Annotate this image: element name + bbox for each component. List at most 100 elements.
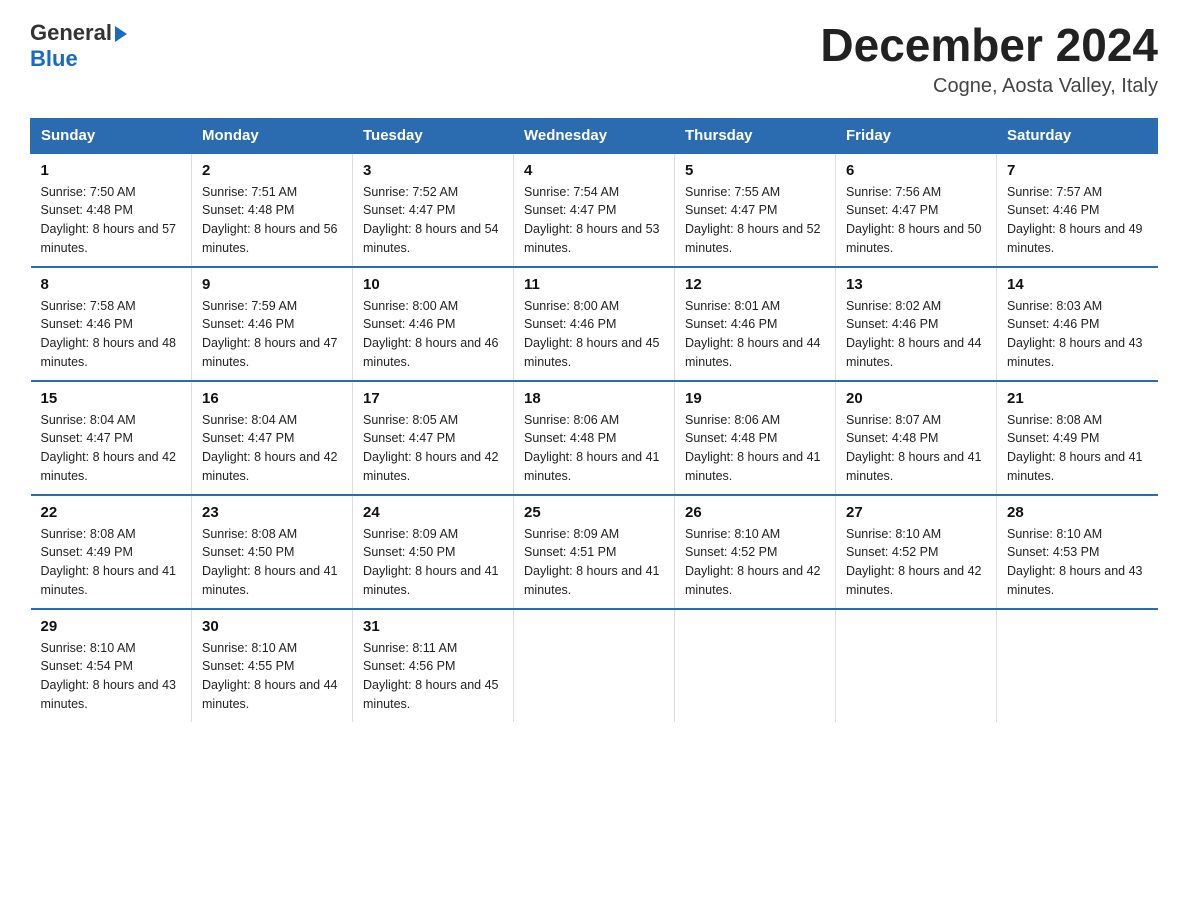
- table-row: 20 Sunrise: 8:07 AMSunset: 4:48 PMDaylig…: [836, 381, 997, 495]
- calendar-table: Sunday Monday Tuesday Wednesday Thursday…: [30, 118, 1158, 722]
- logo: General Blue: [30, 20, 127, 72]
- day-number: 15: [41, 390, 182, 407]
- logo-arrow-icon: [115, 26, 127, 42]
- calendar-week-row: 15 Sunrise: 8:04 AMSunset: 4:47 PMDaylig…: [31, 381, 1158, 495]
- table-row: 2 Sunrise: 7:51 AMSunset: 4:48 PMDayligh…: [192, 153, 353, 267]
- day-info: Sunrise: 8:10 AMSunset: 4:52 PMDaylight:…: [846, 525, 986, 600]
- day-number: 13: [846, 276, 986, 293]
- table-row: 18 Sunrise: 8:06 AMSunset: 4:48 PMDaylig…: [514, 381, 675, 495]
- day-number: 30: [202, 618, 342, 635]
- day-number: 26: [685, 504, 825, 521]
- day-number: 1: [41, 162, 182, 179]
- day-info: Sunrise: 8:00 AMSunset: 4:46 PMDaylight:…: [524, 297, 664, 372]
- day-info: Sunrise: 8:08 AMSunset: 4:49 PMDaylight:…: [1007, 411, 1148, 486]
- day-number: 17: [363, 390, 503, 407]
- table-row: 23 Sunrise: 8:08 AMSunset: 4:50 PMDaylig…: [192, 495, 353, 609]
- day-info: Sunrise: 8:04 AMSunset: 4:47 PMDaylight:…: [41, 411, 182, 486]
- table-row: 16 Sunrise: 8:04 AMSunset: 4:47 PMDaylig…: [192, 381, 353, 495]
- table-row: 27 Sunrise: 8:10 AMSunset: 4:52 PMDaylig…: [836, 495, 997, 609]
- day-info: Sunrise: 7:56 AMSunset: 4:47 PMDaylight:…: [846, 183, 986, 258]
- page-header: General Blue December 2024 Cogne, Aosta …: [30, 20, 1158, 98]
- day-info: Sunrise: 8:06 AMSunset: 4:48 PMDaylight:…: [685, 411, 825, 486]
- table-row: 21 Sunrise: 8:08 AMSunset: 4:49 PMDaylig…: [997, 381, 1158, 495]
- table-row: 12 Sunrise: 8:01 AMSunset: 4:46 PMDaylig…: [675, 267, 836, 381]
- header-sunday: Sunday: [31, 118, 192, 153]
- day-info: Sunrise: 8:08 AMSunset: 4:50 PMDaylight:…: [202, 525, 342, 600]
- day-info: Sunrise: 7:50 AMSunset: 4:48 PMDaylight:…: [41, 183, 182, 258]
- table-row: [514, 609, 675, 722]
- day-info: Sunrise: 7:58 AMSunset: 4:46 PMDaylight:…: [41, 297, 182, 372]
- day-info: Sunrise: 8:06 AMSunset: 4:48 PMDaylight:…: [524, 411, 664, 486]
- day-info: Sunrise: 8:10 AMSunset: 4:52 PMDaylight:…: [685, 525, 825, 600]
- day-number: 23: [202, 504, 342, 521]
- day-number: 24: [363, 504, 503, 521]
- table-row: 4 Sunrise: 7:54 AMSunset: 4:47 PMDayligh…: [514, 153, 675, 267]
- day-number: 25: [524, 504, 664, 521]
- day-info: Sunrise: 8:09 AMSunset: 4:51 PMDaylight:…: [524, 525, 664, 600]
- day-info: Sunrise: 7:59 AMSunset: 4:46 PMDaylight:…: [202, 297, 342, 372]
- day-number: 31: [363, 618, 503, 635]
- day-number: 16: [202, 390, 342, 407]
- header-saturday: Saturday: [997, 118, 1158, 153]
- calendar-header-row: Sunday Monday Tuesday Wednesday Thursday…: [31, 118, 1158, 153]
- day-info: Sunrise: 8:01 AMSunset: 4:46 PMDaylight:…: [685, 297, 825, 372]
- calendar-week-row: 29 Sunrise: 8:10 AMSunset: 4:54 PMDaylig…: [31, 609, 1158, 722]
- table-row: 9 Sunrise: 7:59 AMSunset: 4:46 PMDayligh…: [192, 267, 353, 381]
- table-row: 17 Sunrise: 8:05 AMSunset: 4:47 PMDaylig…: [353, 381, 514, 495]
- logo-blue-text: Blue: [30, 46, 78, 71]
- day-info: Sunrise: 8:10 AMSunset: 4:53 PMDaylight:…: [1007, 525, 1148, 600]
- day-info: Sunrise: 7:57 AMSunset: 4:46 PMDaylight:…: [1007, 183, 1148, 258]
- table-row: 31 Sunrise: 8:11 AMSunset: 4:56 PMDaylig…: [353, 609, 514, 722]
- header-wednesday: Wednesday: [514, 118, 675, 153]
- day-info: Sunrise: 8:00 AMSunset: 4:46 PMDaylight:…: [363, 297, 503, 372]
- table-row: 15 Sunrise: 8:04 AMSunset: 4:47 PMDaylig…: [31, 381, 192, 495]
- day-number: 14: [1007, 276, 1148, 293]
- calendar-week-row: 8 Sunrise: 7:58 AMSunset: 4:46 PMDayligh…: [31, 267, 1158, 381]
- table-row: 26 Sunrise: 8:10 AMSunset: 4:52 PMDaylig…: [675, 495, 836, 609]
- table-row: 11 Sunrise: 8:00 AMSunset: 4:46 PMDaylig…: [514, 267, 675, 381]
- day-info: Sunrise: 8:05 AMSunset: 4:47 PMDaylight:…: [363, 411, 503, 486]
- table-row: 6 Sunrise: 7:56 AMSunset: 4:47 PMDayligh…: [836, 153, 997, 267]
- day-number: 22: [41, 504, 182, 521]
- location-subtitle: Cogne, Aosta Valley, Italy: [820, 75, 1158, 98]
- day-number: 6: [846, 162, 986, 179]
- header-tuesday: Tuesday: [353, 118, 514, 153]
- day-number: 4: [524, 162, 664, 179]
- table-row: 28 Sunrise: 8:10 AMSunset: 4:53 PMDaylig…: [997, 495, 1158, 609]
- header-monday: Monday: [192, 118, 353, 153]
- logo-general-text: General: [30, 20, 112, 46]
- table-row: 29 Sunrise: 8:10 AMSunset: 4:54 PMDaylig…: [31, 609, 192, 722]
- day-number: 2: [202, 162, 342, 179]
- day-number: 12: [685, 276, 825, 293]
- day-info: Sunrise: 7:54 AMSunset: 4:47 PMDaylight:…: [524, 183, 664, 258]
- day-number: 28: [1007, 504, 1148, 521]
- table-row: [997, 609, 1158, 722]
- day-number: 11: [524, 276, 664, 293]
- day-number: 21: [1007, 390, 1148, 407]
- table-row: [675, 609, 836, 722]
- day-number: 29: [41, 618, 182, 635]
- table-row: 19 Sunrise: 8:06 AMSunset: 4:48 PMDaylig…: [675, 381, 836, 495]
- day-number: 19: [685, 390, 825, 407]
- day-info: Sunrise: 7:55 AMSunset: 4:47 PMDaylight:…: [685, 183, 825, 258]
- day-number: 20: [846, 390, 986, 407]
- day-info: Sunrise: 8:07 AMSunset: 4:48 PMDaylight:…: [846, 411, 986, 486]
- table-row: 3 Sunrise: 7:52 AMSunset: 4:47 PMDayligh…: [353, 153, 514, 267]
- table-row: 7 Sunrise: 7:57 AMSunset: 4:46 PMDayligh…: [997, 153, 1158, 267]
- day-number: 9: [202, 276, 342, 293]
- day-number: 8: [41, 276, 182, 293]
- table-row: 10 Sunrise: 8:00 AMSunset: 4:46 PMDaylig…: [353, 267, 514, 381]
- day-info: Sunrise: 8:10 AMSunset: 4:55 PMDaylight:…: [202, 639, 342, 714]
- table-row: 5 Sunrise: 7:55 AMSunset: 4:47 PMDayligh…: [675, 153, 836, 267]
- table-row: 30 Sunrise: 8:10 AMSunset: 4:55 PMDaylig…: [192, 609, 353, 722]
- table-row: [836, 609, 997, 722]
- calendar-week-row: 22 Sunrise: 8:08 AMSunset: 4:49 PMDaylig…: [31, 495, 1158, 609]
- table-row: 14 Sunrise: 8:03 AMSunset: 4:46 PMDaylig…: [997, 267, 1158, 381]
- day-info: Sunrise: 8:10 AMSunset: 4:54 PMDaylight:…: [41, 639, 182, 714]
- day-number: 10: [363, 276, 503, 293]
- table-row: 25 Sunrise: 8:09 AMSunset: 4:51 PMDaylig…: [514, 495, 675, 609]
- day-info: Sunrise: 7:52 AMSunset: 4:47 PMDaylight:…: [363, 183, 503, 258]
- month-title: December 2024: [820, 20, 1158, 71]
- day-number: 3: [363, 162, 503, 179]
- day-info: Sunrise: 8:03 AMSunset: 4:46 PMDaylight:…: [1007, 297, 1148, 372]
